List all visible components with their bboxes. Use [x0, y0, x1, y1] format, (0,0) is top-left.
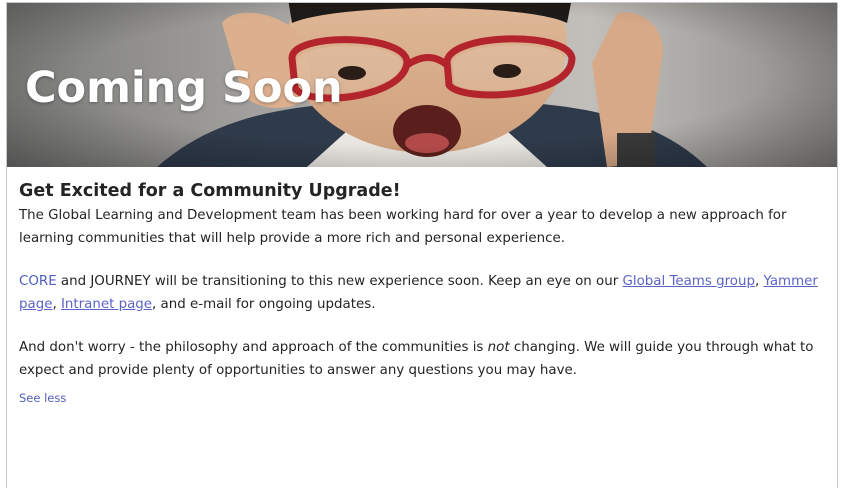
- paragraph-reassurance: And don't worry - the philosophy and app…: [19, 336, 831, 382]
- core-text: CORE: [19, 274, 57, 289]
- link-global-teams-group[interactable]: Global Teams group: [622, 274, 755, 289]
- separator-text: ,: [52, 297, 61, 312]
- emphasis-text: not: [487, 340, 510, 355]
- paragraph-text: and JOURNEY will be transitioning to thi…: [56, 274, 623, 289]
- hero-banner: Coming Soon: [7, 3, 837, 167]
- link-intranet-page[interactable]: Intranet page: [61, 297, 152, 312]
- paragraph-text: , and e-mail for ongoing updates.: [152, 297, 376, 312]
- see-less-link[interactable]: See less: [19, 391, 66, 405]
- article-body: Get Excited for a Community Upgrade! The…: [19, 179, 831, 406]
- paragraph-transition: CORE and JOURNEY will be transitioning t…: [19, 270, 831, 316]
- news-card: Coming Soon Get Excited for a Community …: [6, 2, 838, 488]
- paragraph-text: And don't worry - the philosophy and app…: [19, 340, 488, 355]
- article-heading: Get Excited for a Community Upgrade!: [19, 181, 401, 201]
- paragraph-intro: The Global Learning and Development team…: [19, 208, 787, 246]
- separator-text: ,: [754, 274, 764, 289]
- hero-title: Coming Soon: [25, 63, 343, 113]
